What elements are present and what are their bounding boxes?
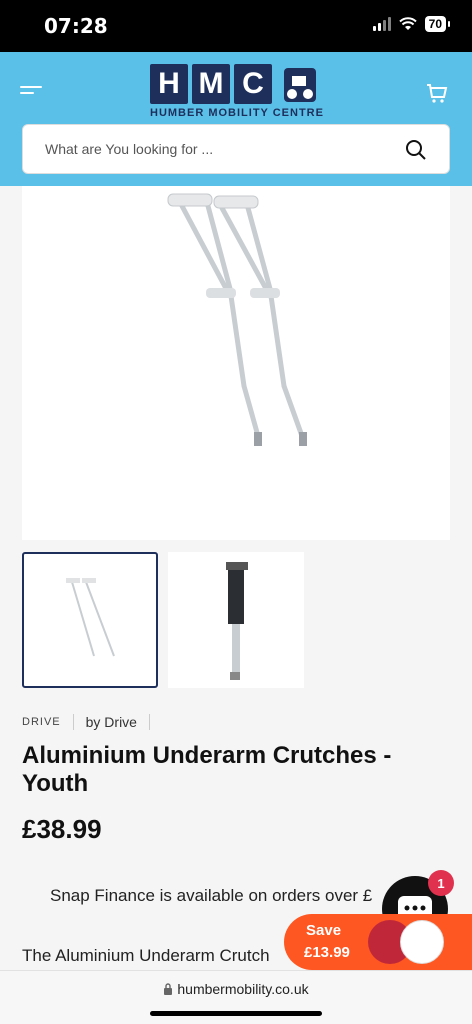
save-widget[interactable]: Save £13.99 bbox=[284, 914, 472, 970]
search-placeholder: What are You looking for ... bbox=[45, 141, 214, 157]
menu-icon[interactable] bbox=[20, 86, 42, 102]
brand-code: DRIVE bbox=[22, 716, 61, 728]
crutches-thumbnail bbox=[66, 578, 115, 657]
status-icons: 70 bbox=[372, 16, 451, 32]
divider bbox=[148, 714, 150, 730]
status-time: 07:28 bbox=[44, 14, 108, 38]
url-text: humbermobility.co.uk bbox=[0, 981, 472, 997]
status-bar: 07:28 70 bbox=[0, 0, 472, 52]
logo-letter: H bbox=[150, 64, 188, 104]
chat-badge: 1 bbox=[428, 870, 454, 896]
partner-logo-icon bbox=[400, 920, 444, 964]
brand-link[interactable]: by Drive bbox=[86, 714, 137, 730]
site-header: H M C HUMBER MOBILITY CENTRE What are Yo… bbox=[0, 52, 472, 186]
thumbnail-2[interactable] bbox=[168, 552, 304, 688]
logo-letter: C bbox=[234, 64, 272, 104]
divider bbox=[72, 714, 74, 730]
scooter-icon bbox=[284, 68, 316, 102]
crutch-packaged-thumbnail bbox=[226, 562, 248, 680]
thumbnail-1[interactable] bbox=[22, 552, 158, 688]
browser-url-bar[interactable]: humbermobility.co.uk bbox=[0, 970, 472, 1024]
url-value: humbermobility.co.uk bbox=[177, 981, 309, 997]
logo-letter: M bbox=[192, 64, 230, 104]
search-input[interactable]: What are You looking for ... bbox=[22, 124, 450, 174]
save-price: £13.99 bbox=[304, 944, 350, 961]
battery-indicator: 70 bbox=[424, 16, 451, 32]
wifi-icon bbox=[398, 17, 417, 30]
home-indicator[interactable] bbox=[150, 1011, 322, 1016]
signal-icon bbox=[372, 17, 391, 31]
snap-finance-text: Snap Finance is available on orders over… bbox=[50, 886, 373, 905]
lock-icon bbox=[164, 983, 173, 995]
search-icon[interactable] bbox=[405, 139, 427, 161]
product-meta: DRIVE by Drive bbox=[22, 714, 162, 730]
product-price: £38.99 bbox=[22, 814, 102, 844]
product-title: Aluminium Underarm Crutches - Youth bbox=[22, 742, 392, 797]
product-main-image[interactable] bbox=[22, 186, 450, 540]
cart-icon[interactable] bbox=[426, 82, 448, 104]
logo-subtitle: HUMBER MOBILITY CENTRE bbox=[150, 107, 324, 119]
product-description: The Aluminium Underarm Crutch bbox=[22, 946, 270, 965]
save-label: Save bbox=[306, 922, 342, 939]
crutches-image bbox=[167, 193, 307, 446]
site-logo[interactable]: H M C HUMBER MOBILITY CENTRE bbox=[150, 64, 330, 122]
